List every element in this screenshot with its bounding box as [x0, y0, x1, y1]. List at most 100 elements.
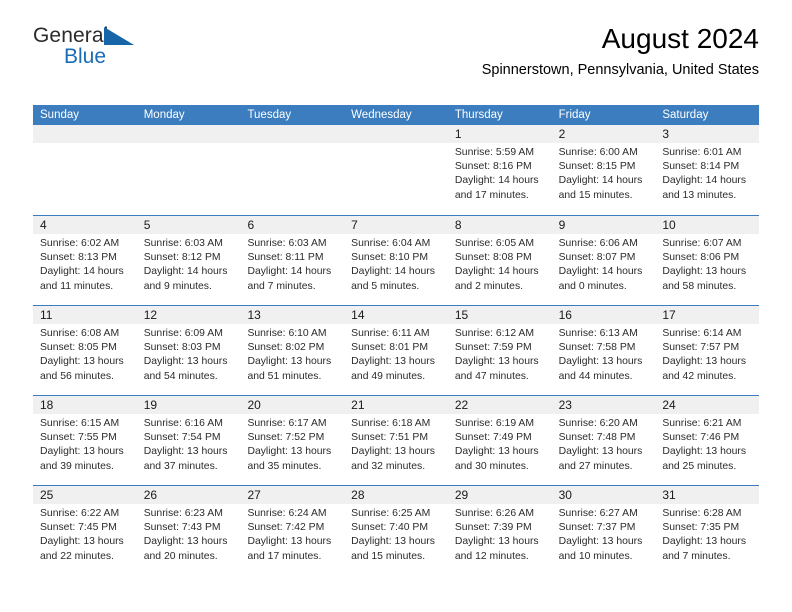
day-detail-line: Daylight: 14 hours — [40, 266, 124, 278]
calendar-day-cell[interactable]: 7 Sunrise: 6:04 AM Sunset: 8:10 PM Daylight… — [344, 216, 448, 305]
day-detail-line: Daylight: 13 hours — [454, 446, 539, 458]
day-number: 10 — [662, 218, 676, 232]
calendar-day-cell[interactable]: 5 Sunrise: 6:03 AM Sunset: 8:12 PM Daylight… — [136, 216, 241, 305]
day-detail-line: Daylight: 13 hours — [143, 446, 228, 458]
day-number: 15 — [454, 308, 469, 322]
calendar-day-cell[interactable]: 24 Sunrise: 6:21 AM Sunset: 7:46 PM Dayligh… — [655, 396, 760, 485]
day-detail-line: and 25 minutes. — [662, 460, 737, 472]
day-detail-line: Sunset: 7:46 PM — [662, 432, 740, 444]
day-detail-line: Sunrise: 6:22 AM — [40, 508, 120, 519]
calendar-day-cell[interactable]: 12 Sunrise: 6:09 AM Sunset: 8:03 PM Dayligh… — [136, 306, 241, 395]
calendar-day-cell[interactable]: 11 Sunrise: 6:08 AM Sunset: 8:05 PM Dayligh… — [33, 306, 137, 395]
day-detail-line: Sunrise: 6:23 AM — [143, 508, 223, 519]
day-detail-line: and 15 minutes. — [558, 189, 633, 201]
day-number-band: 25 — [33, 486, 137, 504]
calendar-day-cell[interactable]: 3 Sunrise: 6:01 AM Sunset: 8:14 PM Daylight… — [655, 125, 760, 215]
day-detail-line: Sunset: 8:15 PM — [558, 161, 636, 173]
day-number: 3 — [662, 127, 669, 141]
day-detail-line: and 35 minutes. — [247, 460, 322, 472]
day-detail-lines: Sunrise: 6:18 AM Sunset: 7:51 PM Daylight:… — [344, 414, 448, 474]
day-number-band: 6 — [240, 216, 345, 234]
calendar-day-cell[interactable]: 20 Sunrise: 6:17 AM Sunset: 7:52 PM Dayligh… — [240, 396, 345, 485]
calendar-day-cell[interactable]: 22 Sunrise: 6:19 AM Sunset: 7:49 PM Dayligh… — [447, 396, 552, 485]
logo-triangle-icon — [104, 27, 134, 45]
calendar-day-cell[interactable]: 25 Sunrise: 6:22 AM Sunset: 7:45 PM Dayligh… — [33, 486, 137, 575]
day-number: 4 — [40, 218, 47, 232]
weekday-header-thursday: Thursday — [454, 109, 503, 121]
day-detail-line: Sunrise: 6:19 AM — [454, 418, 535, 429]
calendar-empty-cell — [33, 125, 137, 215]
page-title: August 2024 — [601, 23, 759, 54]
calendar-day-cell[interactable]: 17 Sunrise: 6:14 AM Sunset: 7:57 PM Dayligh… — [655, 306, 760, 395]
day-detail-line: and 13 minutes. — [662, 189, 737, 201]
calendar-day-cell[interactable]: 6 Sunrise: 6:03 AM Sunset: 8:11 PM Daylight… — [240, 216, 345, 305]
calendar-day-cell[interactable]: 15 Sunrise: 6:12 AM Sunset: 7:59 PM Dayligh… — [447, 306, 552, 395]
masthead: General Blue August 2024 Spinnerstown, P… — [33, 0, 759, 78]
calendar-day-cell[interactable]: 2 Sunrise: 6:00 AM Sunset: 8:15 PM Daylight… — [551, 125, 656, 215]
calendar-day-cell[interactable]: 28 Sunrise: 6:25 AM Sunset: 7:40 PM Dayligh… — [344, 486, 448, 575]
day-number: 12 — [143, 308, 158, 322]
day-detail-line: Sunset: 7:42 PM — [247, 522, 325, 534]
day-number: 13 — [247, 308, 261, 322]
day-detail-line: Daylight: 13 hours — [454, 356, 539, 368]
day-detail-lines: Sunrise: 6:02 AM Sunset: 8:13 PM Daylight:… — [33, 234, 137, 294]
day-detail-line: Sunset: 7:39 PM — [454, 522, 532, 534]
day-detail-lines: Sunrise: 6:28 AM Sunset: 7:35 PM Daylight:… — [655, 504, 759, 564]
day-detail-lines: Sunrise: 6:03 AM Sunset: 8:12 PM Daylight:… — [137, 234, 241, 294]
day-detail-line: and 27 minutes. — [558, 460, 633, 472]
calendar-day-cell[interactable]: 4 Sunrise: 6:02 AM Sunset: 8:13 PM Daylight… — [33, 216, 137, 305]
day-detail-line: Sunrise: 6:01 AM — [662, 147, 742, 158]
calendar-day-cell[interactable]: 27 Sunrise: 6:24 AM Sunset: 7:42 PM Dayligh… — [240, 486, 345, 575]
calendar-day-cell[interactable]: 19 Sunrise: 6:16 AM Sunset: 7:54 PM Dayligh… — [136, 396, 241, 485]
day-number-band: 27 — [240, 486, 345, 504]
day-detail-line: and 47 minutes. — [454, 370, 529, 382]
calendar-day-cell[interactable]: 30 Sunrise: 6:27 AM Sunset: 7:37 PM Dayligh… — [551, 486, 656, 575]
day-detail-line: and 10 minutes. — [558, 550, 633, 562]
location-subtitle: Spinnerstown, Pennsylvania, United State… — [481, 62, 759, 78]
day-detail-line: Sunrise: 6:07 AM — [662, 238, 742, 249]
day-detail-line: and 30 minutes. — [454, 460, 529, 472]
calendar-day-cell[interactable]: 14 Sunrise: 6:11 AM Sunset: 8:01 PM Dayligh… — [344, 306, 448, 395]
day-detail-line: Sunrise: 6:10 AM — [247, 328, 327, 339]
day-detail-line: Daylight: 13 hours — [558, 356, 643, 368]
day-detail-line: Sunset: 8:16 PM — [454, 161, 532, 173]
calendar-day-cell[interactable]: 18 Sunrise: 6:15 AM Sunset: 7:55 PM Dayligh… — [33, 396, 137, 485]
calendar-day-cell[interactable]: 21 Sunrise: 6:18 AM Sunset: 7:51 PM Dayligh… — [344, 396, 448, 485]
day-detail-line: Sunset: 7:49 PM — [454, 432, 532, 444]
day-detail-lines: Sunrise: 6:17 AM Sunset: 7:52 PM Daylight:… — [240, 414, 344, 474]
day-detail-lines: Sunrise: 5:59 AM Sunset: 8:16 PM Daylight:… — [448, 143, 552, 203]
day-number-band: 21 — [344, 396, 448, 414]
calendar-day-cell[interactable]: 1 Sunrise: 5:59 AM Sunset: 8:16 PM Daylight… — [447, 125, 552, 215]
calendar-day-cell[interactable]: 23 Sunrise: 6:20 AM Sunset: 7:48 PM Dayligh… — [551, 396, 656, 485]
calendar-day-cell[interactable]: 31 Sunrise: 6:28 AM Sunset: 7:35 PM Dayligh… — [655, 486, 760, 575]
day-number-band: 11 — [33, 306, 137, 324]
day-detail-line: and 2 minutes. — [454, 280, 524, 292]
day-detail-line: Daylight: 13 hours — [662, 446, 747, 458]
day-detail-line: Sunset: 7:43 PM — [143, 522, 221, 534]
day-detail-line: Daylight: 13 hours — [351, 356, 435, 368]
day-number-band: 31 — [655, 486, 760, 504]
day-detail-line: Sunset: 7:35 PM — [662, 522, 740, 534]
day-detail-line: Sunrise: 6:16 AM — [143, 418, 223, 429]
day-detail-lines: Sunrise: 6:22 AM Sunset: 7:45 PM Daylight:… — [33, 504, 137, 564]
calendar-empty-cell — [136, 125, 241, 215]
calendar-day-cell[interactable]: 8 Sunrise: 6:05 AM Sunset: 8:08 PM Daylight… — [447, 216, 552, 305]
day-number-band: 14 — [344, 306, 448, 324]
day-detail-lines: Sunrise: 6:16 AM Sunset: 7:54 PM Daylight:… — [137, 414, 241, 474]
day-number-band: 12 — [136, 306, 241, 324]
day-detail-line: Daylight: 14 hours — [454, 175, 539, 187]
general-blue-logo[interactable]: General Blue — [33, 24, 233, 74]
calendar-day-cell[interactable]: 10 Sunrise: 6:07 AM Sunset: 8:06 PM Dayligh… — [655, 216, 760, 305]
day-detail-line: Sunset: 8:13 PM — [40, 252, 117, 264]
day-detail-line: Sunrise: 6:17 AM — [247, 418, 327, 429]
day-detail-lines: Sunrise: 6:26 AM Sunset: 7:39 PM Daylight:… — [448, 504, 552, 564]
day-detail-line: and 20 minutes. — [143, 550, 218, 562]
calendar-day-cell[interactable]: 13 Sunrise: 6:10 AM Sunset: 8:02 PM Dayligh… — [240, 306, 345, 395]
day-detail-line: Daylight: 13 hours — [662, 266, 747, 278]
calendar-day-cell[interactable]: 26 Sunrise: 6:23 AM Sunset: 7:43 PM Dayligh… — [136, 486, 241, 575]
day-number-band: 10 — [655, 216, 760, 234]
calendar-day-cell[interactable]: 16 Sunrise: 6:13 AM Sunset: 7:58 PM Dayligh… — [551, 306, 656, 395]
calendar-day-cell[interactable]: 9 Sunrise: 6:06 AM Sunset: 8:07 PM Daylight… — [551, 216, 656, 305]
calendar-day-cell[interactable]: 29 Sunrise: 6:26 AM Sunset: 7:39 PM Dayligh… — [447, 486, 552, 575]
day-detail-line: Daylight: 14 hours — [351, 266, 435, 278]
